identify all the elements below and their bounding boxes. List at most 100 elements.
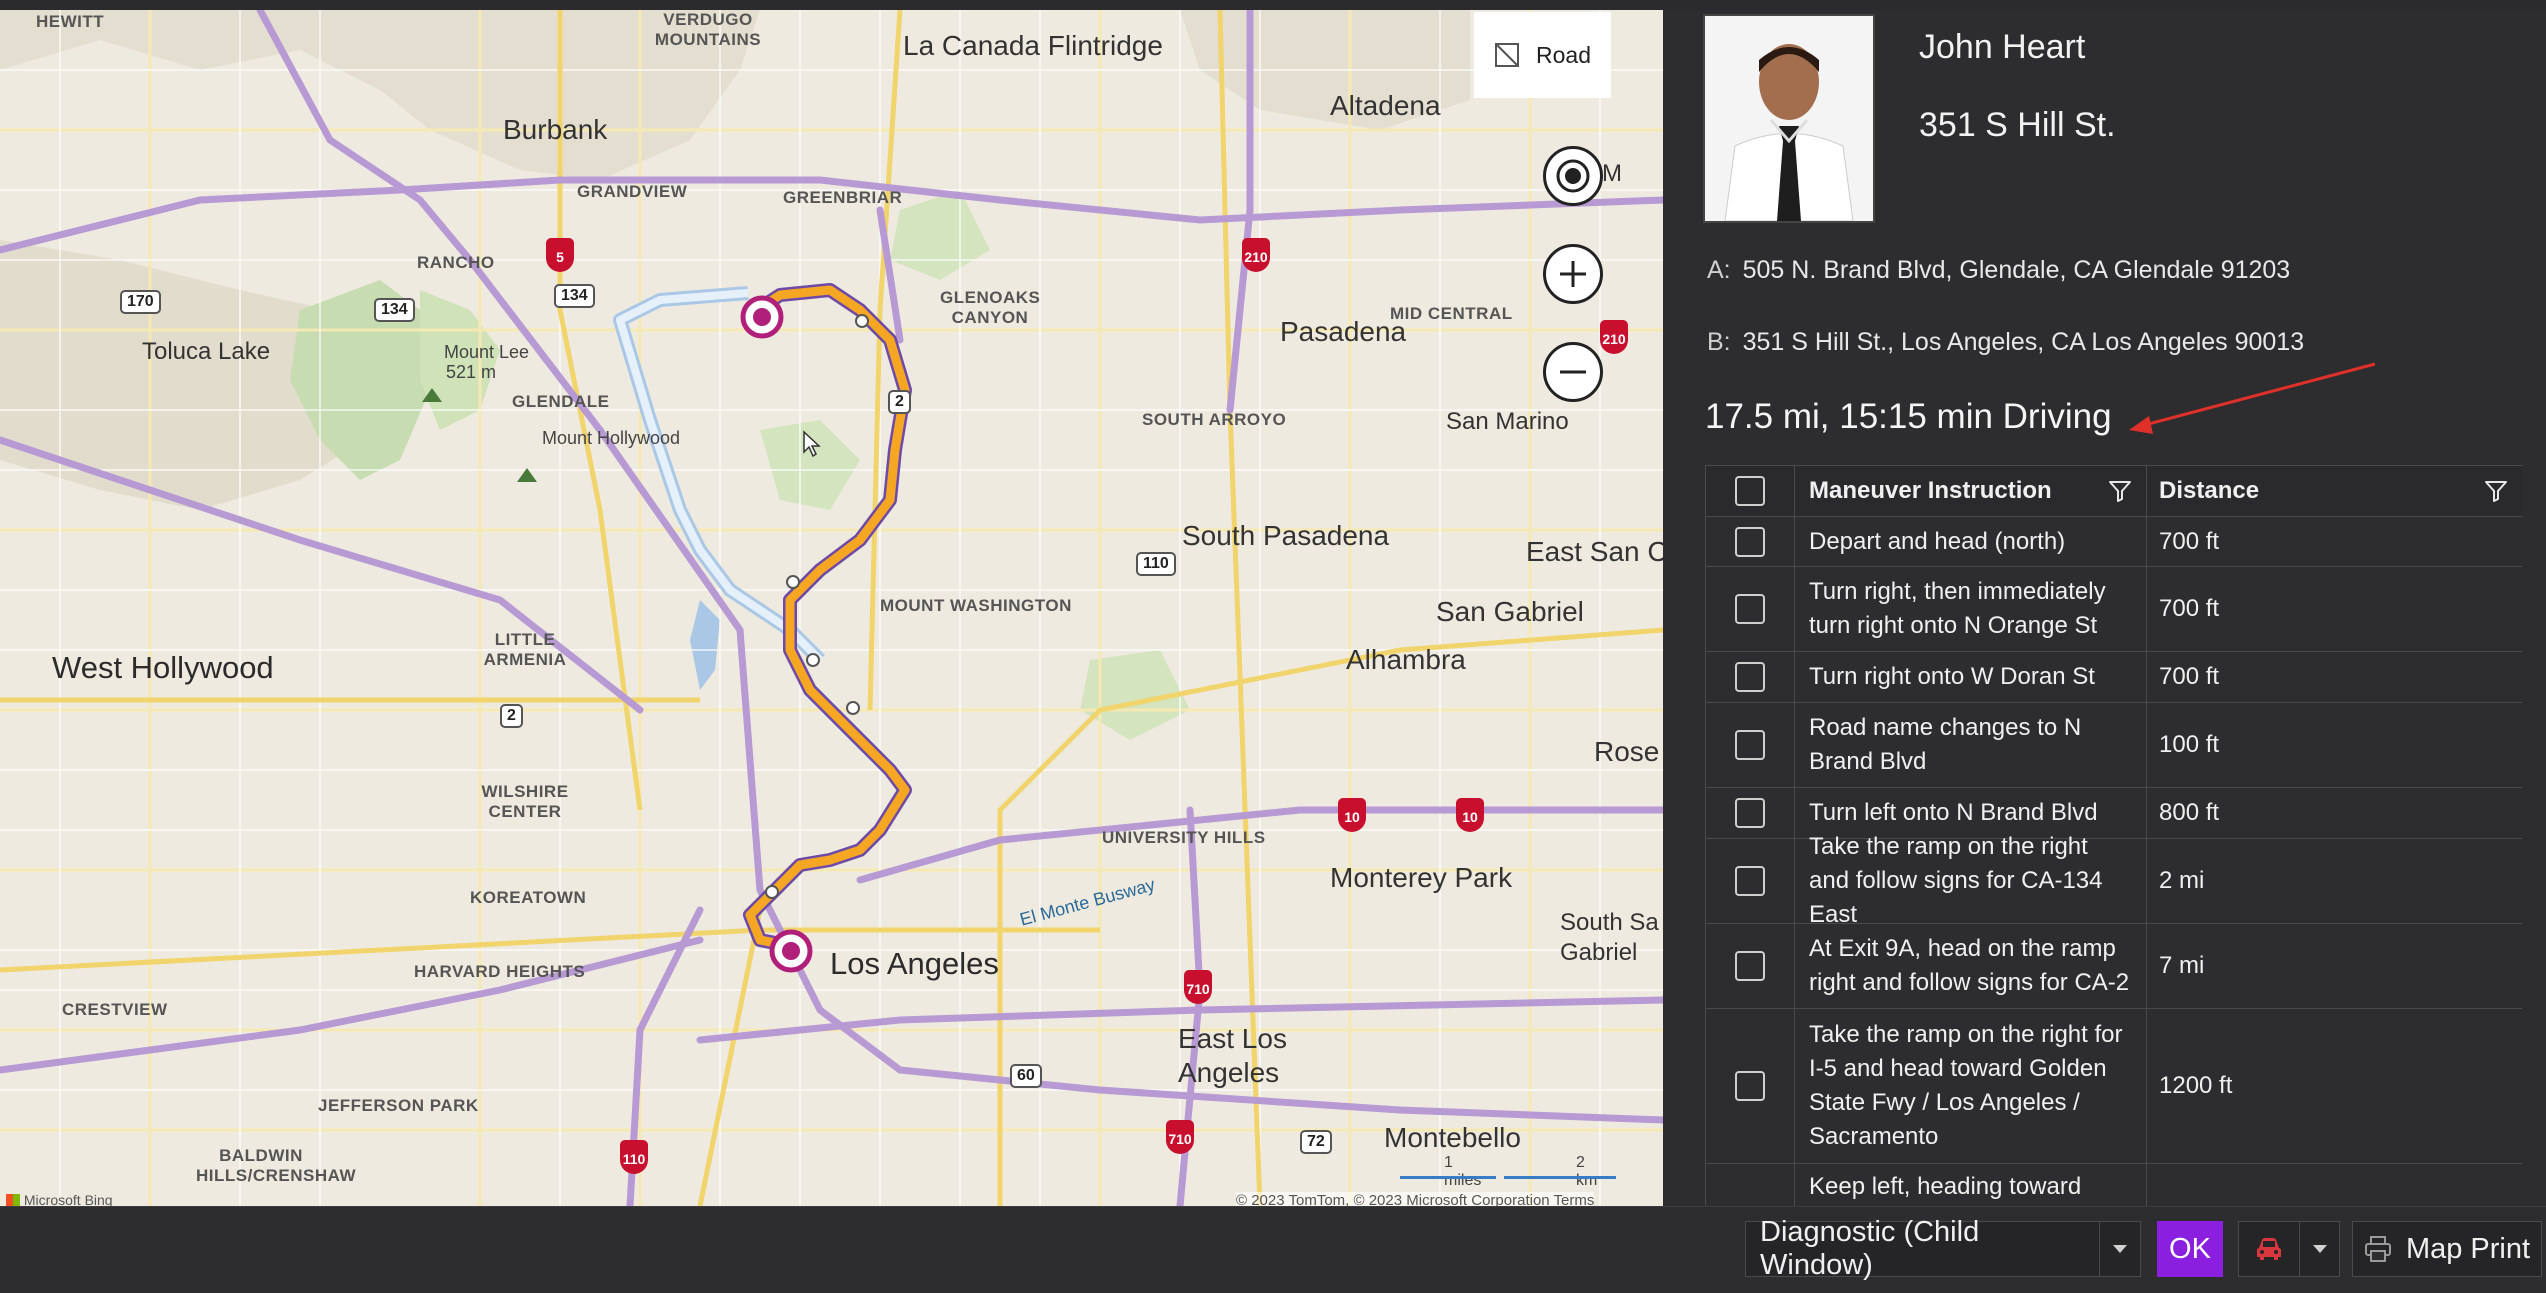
distance-cell: 700 ft — [2159, 663, 2220, 690]
instruction-cell: Turn right onto W Doran St — [1795, 652, 2147, 702]
interstate-shield-10: 10 — [1338, 798, 1366, 832]
map-label-south-arroyo: SOUTH ARROYO — [1142, 410, 1287, 429]
row-checkbox-cell — [1706, 839, 1795, 923]
travel-mode-button[interactable] — [2239, 1222, 2300, 1276]
map-label-south-san-gabriel: South Sa Gabriel — [1560, 909, 1659, 966]
table-row[interactable]: Road name changes to N Brand Blvd 100 ft — [1706, 703, 2522, 788]
map-label-pasadena: Pasadena — [1280, 316, 1407, 347]
caret-down-icon — [2113, 1245, 2127, 1253]
map-label-hewitt: HEWITT — [36, 12, 105, 31]
route-start-key: A: — [1707, 256, 1731, 284]
map-label-glenoaks-canyon: GLENOAKS CANYON — [940, 288, 1041, 327]
scale-km-bar — [1504, 1176, 1616, 1179]
row-checkbox-cell — [1706, 517, 1795, 566]
map-print-button[interactable]: Map Print — [2352, 1221, 2542, 1277]
map-label-altadena: Altadena — [1330, 90, 1441, 121]
row-checkbox-cell — [1706, 567, 1795, 651]
instruction-cell: Road name changes to N Brand Blvd — [1795, 703, 2147, 787]
row-checkbox-cell — [1706, 788, 1795, 838]
map-label-mid-central: MID CENTRAL — [1390, 304, 1513, 323]
interstate-shield-210b: 210 — [1600, 320, 1628, 354]
distance-cell: 1200 ft — [2159, 1072, 2233, 1099]
map-style-toggle[interactable]: Road — [1474, 12, 1611, 98]
route-summary: 17.5 mi, 15:15 min Driving — [1705, 397, 2112, 436]
map-label-la-canada: La Canada Flintridge — [903, 30, 1163, 61]
bottom-toolbar: Diagnostic (Child Window) OK Map Print — [0, 1206, 2546, 1293]
distance-cell: 7 mi — [2159, 952, 2205, 979]
distance-filter-button[interactable] — [2484, 479, 2508, 503]
map-label-jefferson-park: JEFFERSON PARK — [318, 1096, 479, 1115]
table-row[interactable]: Take the ramp on the right for I-5 and h… — [1706, 1009, 2522, 1164]
table-row[interactable]: Depart and head (north) 700 ft — [1706, 517, 2522, 567]
map-label-greenbriar: GREENBRIAR — [783, 188, 903, 207]
column-header-distance[interactable]: Distance — [2147, 466, 2522, 516]
map-label-verdugo: VERDUGO MOUNTAINS — [654, 10, 762, 49]
row-checkbox[interactable] — [1735, 1071, 1765, 1101]
instruction-cell: Take the ramp on the right and follow si… — [1795, 833, 2147, 928]
map-label-burbank: Burbank — [503, 114, 608, 145]
window-mode-combobox[interactable]: Diagnostic (Child Window) — [1745, 1216, 2141, 1281]
map-label-wilshire-center: WILSHIRE CENTER — [481, 782, 569, 821]
table-row[interactable]: Turn right onto W Doran St 700 ft — [1706, 652, 2522, 703]
zoom-in-button[interactable] — [1543, 244, 1603, 304]
mouse-cursor-icon — [803, 430, 821, 458]
row-checkbox[interactable] — [1735, 662, 1765, 692]
route-shield-170: 170 — [120, 290, 161, 314]
distance-cell — [2147, 1164, 2522, 1206]
zoom-out-button[interactable] — [1543, 342, 1603, 402]
locate-me-button[interactable] — [1543, 146, 1603, 206]
travel-mode-split-button[interactable] — [2238, 1221, 2340, 1277]
interstate-shield-10b: 10 — [1456, 798, 1484, 832]
map-label-east-san: East San C — [1526, 536, 1663, 567]
window-mode-dropdown-button[interactable] — [2099, 1222, 2140, 1276]
ok-button[interactable]: OK — [2157, 1221, 2223, 1277]
route-shield-2b: 2 — [500, 704, 523, 728]
end-pin-icon[interactable] — [769, 929, 813, 973]
map-view[interactable]: HEWITT VERDUGO MOUNTAINS La Canada Flint… — [0, 10, 1663, 1206]
interstate-shield-710: 710 — [1184, 970, 1212, 1004]
column-header-instruction[interactable]: Maneuver Instruction — [1795, 466, 2147, 516]
map-label-glendale: GLENDALE — [512, 392, 610, 411]
map-label-mount-washington: MOUNT WASHINGTON — [880, 596, 1072, 615]
window-mode-value: Diagnostic (Child Window) — [1760, 1216, 1980, 1281]
table-row[interactable]: Turn right, then immediately turn right … — [1706, 567, 2522, 652]
table-row[interactable]: Take the ramp on the right and follow si… — [1706, 833, 2522, 928]
travel-mode-dropdown-button[interactable] — [2300, 1222, 2339, 1276]
select-all-checkbox[interactable] — [1735, 476, 1765, 506]
row-checkbox[interactable] — [1735, 730, 1765, 760]
car-icon — [2257, 1238, 2281, 1260]
interstate-shield-5: 5 — [546, 238, 574, 272]
route-shield-134: 134 — [374, 298, 415, 322]
instruction-cell: At Exit 9A, head on the ramp right and f… — [1795, 924, 2147, 1008]
map-label-monterey-park: Monterey Park — [1330, 862, 1513, 893]
row-checkbox[interactable] — [1735, 594, 1765, 624]
route-shield-72: 72 — [1300, 1130, 1332, 1154]
table-row[interactable]: At Exit 9A, head on the ramp right and f… — [1706, 924, 2522, 1009]
row-checkbox-cell — [1706, 652, 1795, 702]
instruction-filter-button[interactable] — [2108, 479, 2132, 503]
instruction-cell: Keep left, heading toward — [1795, 1164, 2147, 1206]
row-checkbox[interactable] — [1735, 798, 1765, 828]
map-label-west-hollywood: West Hollywood — [52, 650, 274, 685]
start-pin-icon[interactable] — [740, 295, 784, 339]
map-label-harvard-heights: HARVARD HEIGHTS — [414, 962, 586, 981]
map-copyright[interactable]: © 2023 TomTom, © 2023 Microsoft Corporat… — [1236, 1192, 1595, 1206]
row-checkbox[interactable] — [1735, 866, 1765, 896]
map-label-university-hills: UNIVERSITY HILLS — [1102, 828, 1266, 847]
instruction-cell: Depart and head (north) — [1795, 517, 2147, 566]
map-label-south-pasadena: South Pasadena — [1182, 520, 1390, 551]
table-row[interactable]: Keep left, heading toward — [1706, 1164, 2522, 1206]
bing-attribution: Microsoft Bing — [6, 1192, 113, 1206]
select-all-cell — [1706, 466, 1795, 516]
map-label-san-marino: San Marino — [1446, 408, 1569, 435]
route-end-value: 351 S Hill St., Los Angeles, CA Los Ange… — [1742, 328, 2305, 356]
filter-icon — [2109, 481, 2131, 502]
map-label-los-angeles: Los Angeles — [830, 946, 999, 981]
scale-km-label: 2 km — [1576, 1154, 1598, 1189]
locate-icon — [1556, 159, 1590, 193]
row-checkbox[interactable] — [1735, 951, 1765, 981]
caret-down-icon — [2312, 1245, 2327, 1253]
maneuver-grid: Maneuver Instruction Distance Depart and — [1705, 465, 2522, 1206]
road-map-icon — [1495, 43, 1519, 67]
row-checkbox[interactable] — [1735, 526, 1765, 557]
